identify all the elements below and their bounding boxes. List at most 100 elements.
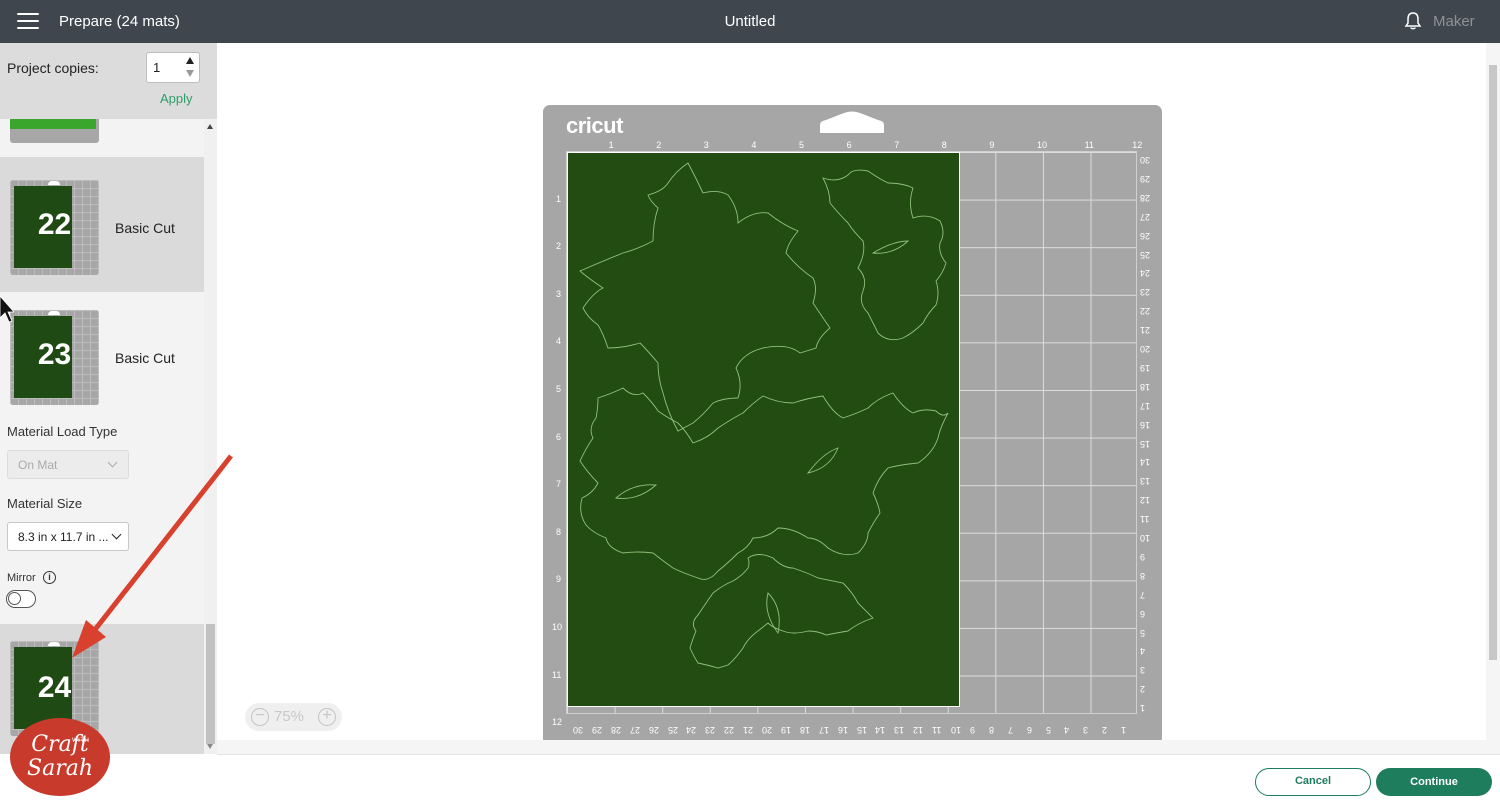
ruler-bottom-label: 23 bbox=[705, 725, 716, 735]
ruler-bottom-label: 22 bbox=[724, 725, 735, 735]
material-size-value: 8.3 in x 11.7 in ... bbox=[18, 530, 109, 544]
scroll-down-icon[interactable] bbox=[207, 744, 213, 749]
mat-item-23[interactable]: 23 Basic Cut Material Load Type On Mat M… bbox=[0, 292, 204, 622]
top-bar: Prepare (24 mats) Untitled Maker bbox=[0, 0, 1500, 43]
ruler-right-label: 9 bbox=[1140, 551, 1146, 562]
ruler-left-label: 7 bbox=[556, 479, 562, 490]
ruler-top-label: 1 bbox=[608, 140, 614, 150]
project-copies-stepper[interactable]: 1 bbox=[146, 52, 200, 83]
mat-thumbnail: 22 bbox=[10, 180, 99, 275]
page-title: Prepare (24 mats) bbox=[59, 13, 180, 30]
material-load-type-value: On Mat bbox=[18, 458, 58, 472]
zoom-in-icon[interactable]: + bbox=[318, 708, 336, 726]
ruler-right-label: 13 bbox=[1140, 476, 1151, 487]
cancel-button[interactable]: Cancel bbox=[1255, 768, 1371, 796]
sidebar-scrollbar[interactable] bbox=[204, 119, 217, 754]
ruler-bottom-label: 1 bbox=[1121, 725, 1127, 735]
mirror-label: Mirror bbox=[7, 572, 36, 584]
ruler-top-label: 3 bbox=[703, 140, 709, 150]
mat-number: 24 bbox=[37, 671, 72, 704]
project-copies-label: Project copies: bbox=[7, 60, 99, 76]
ruler-right-label: 20 bbox=[1140, 344, 1151, 354]
material-load-type-select: On Mat bbox=[7, 450, 129, 479]
mat-item-21[interactable] bbox=[0, 119, 204, 145]
ruler-bottom-label: 7 bbox=[1007, 725, 1013, 735]
ruler-right-label: 7 bbox=[1140, 589, 1146, 600]
canvas-vertical-scrollbar[interactable] bbox=[1486, 43, 1500, 740]
ruler-right-label: 19 bbox=[1140, 362, 1151, 373]
ruler-right-label: 4 bbox=[1140, 646, 1146, 657]
ruler-left-label: 4 bbox=[556, 336, 562, 347]
ruler-bottom-label: 6 bbox=[1026, 725, 1032, 735]
zoom-level: 75% bbox=[274, 708, 305, 725]
mirror-toggle[interactable] bbox=[6, 590, 36, 608]
chevron-down-icon bbox=[107, 457, 118, 468]
ruler-left-label: 1 bbox=[556, 193, 562, 204]
ruler-bottom-label: 17 bbox=[818, 725, 829, 735]
project-copies-panel: Project copies: 1 Apply bbox=[0, 43, 217, 119]
ruler-bottom-label: 28 bbox=[610, 725, 621, 735]
ruler-left-label: 5 bbox=[556, 384, 562, 394]
mat-sidebar: Project copies: 1 Apply 22 Basic Cut 23 bbox=[0, 43, 217, 754]
stepper-down-icon[interactable] bbox=[186, 70, 194, 77]
apply-button[interactable]: Apply bbox=[160, 91, 193, 106]
ruler-bottom-label: 15 bbox=[856, 725, 867, 735]
machine-name[interactable]: Maker bbox=[1433, 13, 1475, 30]
zoom-control: − 75% + bbox=[245, 703, 342, 731]
ruler-right-label: 30 bbox=[1140, 155, 1151, 165]
ruler-top-label: 7 bbox=[894, 140, 900, 150]
ruler-bottom-label: 13 bbox=[894, 725, 905, 735]
project-title: Untitled bbox=[724, 13, 776, 30]
mat-number: 22 bbox=[37, 208, 72, 241]
ruler-top-label: 8 bbox=[941, 140, 947, 150]
stepper-up-icon[interactable] bbox=[186, 57, 194, 64]
cutting-mat: cricut 1 2 3 4 5 6 7 8 9 10 11 12 1 2 3 4 5 6 7 8 9 10 11 12 3… bbox=[543, 105, 1162, 740]
zoom-out-icon[interactable]: − bbox=[251, 708, 269, 726]
ruler-right-label: 16 bbox=[1140, 419, 1151, 430]
mat-number: 23 bbox=[37, 338, 72, 371]
ruler-right-label: 8 bbox=[1140, 570, 1146, 581]
ruler-right-label: 10 bbox=[1140, 533, 1151, 543]
sidebar-scroll-thumb[interactable] bbox=[206, 624, 215, 744]
holly-leaf-cut-paths bbox=[579, 162, 949, 669]
ruler-left-label: 12 bbox=[552, 717, 563, 728]
mat-thumbnail bbox=[10, 119, 99, 143]
ruler-bottom-label: 4 bbox=[1064, 725, 1070, 735]
ruler-right-label: 21 bbox=[1140, 325, 1151, 336]
ruler-bottom-label: 10 bbox=[951, 725, 962, 735]
ruler-top-label: 9 bbox=[989, 140, 995, 150]
mat-handle bbox=[820, 111, 884, 133]
ruler-top-label: 10 bbox=[1037, 140, 1048, 150]
vertical-scroll-thumb[interactable] bbox=[1489, 65, 1497, 660]
ruler-bottom-label: 14 bbox=[875, 725, 886, 735]
ruler-bottom-label: 19 bbox=[780, 725, 791, 735]
ruler-bottom-label: 12 bbox=[913, 725, 924, 735]
logo-text-craft: Craft bbox=[31, 732, 89, 757]
ruler-bottom-label: 24 bbox=[686, 725, 697, 735]
material-sheet[interactable] bbox=[567, 152, 960, 707]
info-icon[interactable]: i bbox=[43, 571, 56, 584]
material-size-select[interactable]: 8.3 in x 11.7 in ... bbox=[7, 522, 129, 551]
project-copies-value[interactable]: 1 bbox=[153, 60, 160, 75]
ruler-bottom-label: 27 bbox=[629, 725, 640, 735]
continue-button[interactable]: Continue bbox=[1376, 768, 1492, 796]
ruler-right-label: 23 bbox=[1140, 287, 1151, 298]
craft-with-sarah-logo: Craft WITH Sarah bbox=[10, 718, 110, 796]
scroll-up-icon[interactable] bbox=[207, 124, 213, 129]
ruler-bottom-label: 2 bbox=[1102, 725, 1108, 735]
ruler-right-label: 15 bbox=[1140, 438, 1151, 449]
ruler-bottom-label: 26 bbox=[648, 725, 659, 735]
ruler-right-label: 3 bbox=[1140, 665, 1146, 676]
ruler-left-label: 11 bbox=[552, 669, 562, 680]
ruler-bottom-label: 20 bbox=[762, 725, 773, 735]
canvas-horizontal-scrollbar[interactable] bbox=[217, 740, 1500, 754]
ruler-bottom-label: 5 bbox=[1045, 725, 1051, 735]
ruler-bottom-label: 30 bbox=[573, 725, 584, 735]
hamburger-menu-icon[interactable] bbox=[17, 13, 39, 29]
ruler-bottom-label: 3 bbox=[1083, 725, 1089, 735]
ruler-top-label: 5 bbox=[799, 140, 805, 150]
ruler-right-label: 25 bbox=[1140, 249, 1151, 260]
ruler-right-label: 29 bbox=[1140, 173, 1151, 184]
material-load-type-label: Material Load Type bbox=[7, 424, 118, 439]
bell-icon[interactable] bbox=[1403, 11, 1423, 31]
